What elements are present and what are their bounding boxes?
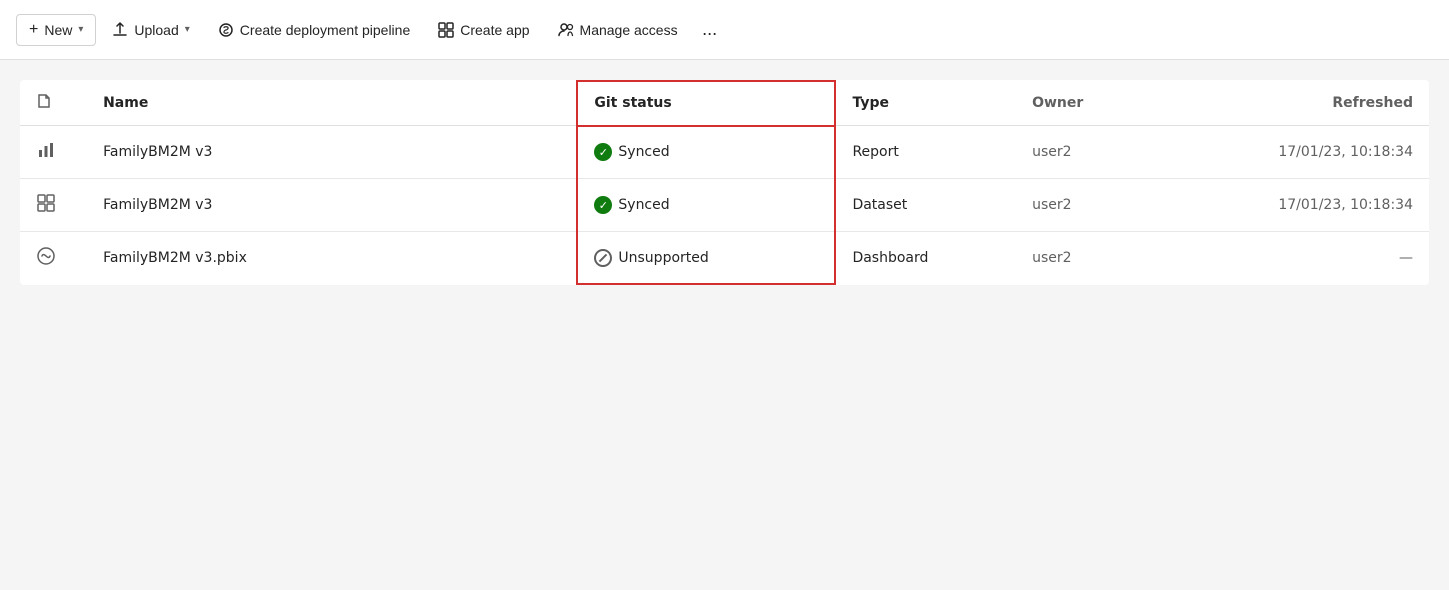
- row-refreshed-cell: 17/01/23, 10:18:34: [1171, 126, 1429, 179]
- status-label: Unsupported: [618, 250, 708, 266]
- more-options-button[interactable]: ...: [694, 14, 726, 46]
- manage-access-button[interactable]: Manage access: [546, 16, 690, 44]
- row-name-cell: FamilyBM2M v3.pbix: [87, 232, 577, 285]
- upload-icon: [112, 22, 128, 38]
- table-body: FamilyBM2M v3 Synced Reportuser217/01/23, …: [20, 126, 1429, 285]
- table-row[interactable]: FamilyBM2M v3 Synced Datasetuser217/01/23,…: [20, 179, 1429, 232]
- row-git-status-cell: Synced: [577, 179, 835, 232]
- status-label: Synced: [618, 197, 669, 213]
- create-app-button-label: Create app: [460, 22, 529, 38]
- row-type-icon-cell: [20, 179, 87, 232]
- create-app-button[interactable]: Create app: [426, 16, 541, 44]
- row-type-cell: Report: [835, 126, 1016, 179]
- plus-icon: +: [29, 21, 38, 39]
- row-type-icon-cell: [20, 232, 87, 285]
- unsupported-icon: [594, 249, 612, 267]
- pipeline-icon: [218, 22, 234, 38]
- type-column-header: Type: [835, 81, 1016, 126]
- row-git-status-cell: Unsupported: [577, 232, 835, 285]
- synced-icon: [594, 196, 612, 214]
- synced-icon: [594, 143, 612, 161]
- row-refreshed-cell: —: [1171, 232, 1429, 285]
- row-type-cell: Dataset: [835, 179, 1016, 232]
- upload-chevron-icon: ▾: [185, 24, 190, 35]
- row-owner-cell: user2: [1016, 232, 1171, 285]
- row-refreshed-cell: 17/01/23, 10:18:34: [1171, 179, 1429, 232]
- manage-access-icon: [558, 22, 574, 38]
- row-name-cell: FamilyBM2M v3: [87, 126, 577, 179]
- status-badge: Unsupported: [594, 249, 818, 267]
- pbix-icon: [36, 246, 56, 266]
- row-git-status-cell: Synced: [577, 126, 835, 179]
- table-row[interactable]: FamilyBM2M v3.pbix Unsupported Dashboardus…: [20, 232, 1429, 285]
- main-content: Name Git status Type Owner Refreshed: [20, 80, 1429, 285]
- upload-button-label: Upload: [134, 22, 178, 38]
- status-label: Synced: [618, 144, 669, 160]
- icon-column-header: [20, 81, 87, 126]
- file-header-icon: [36, 93, 52, 109]
- owner-column-header: Owner: [1016, 81, 1171, 126]
- name-column-header: Name: [87, 81, 577, 126]
- row-type-icon-cell: [20, 126, 87, 179]
- toolbar: + New ▾ Upload ▾ Create deployment pipel…: [0, 0, 1449, 60]
- report-icon: [36, 140, 56, 160]
- new-chevron-icon: ▾: [78, 24, 83, 35]
- dataset-icon: [36, 193, 56, 213]
- more-dots-icon: ...: [702, 19, 717, 40]
- row-owner-cell: user2: [1016, 179, 1171, 232]
- create-app-icon: [438, 22, 454, 38]
- git-status-column-header: Git status: [577, 81, 835, 126]
- manage-access-button-label: Manage access: [580, 22, 678, 38]
- table-header-row: Name Git status Type Owner Refreshed: [20, 81, 1429, 126]
- items-table: Name Git status Type Owner Refreshed: [20, 80, 1429, 285]
- new-button[interactable]: + New ▾: [16, 14, 96, 46]
- table-row[interactable]: FamilyBM2M v3 Synced Reportuser217/01/23, …: [20, 126, 1429, 179]
- row-name-cell: FamilyBM2M v3: [87, 179, 577, 232]
- create-pipeline-button-label: Create deployment pipeline: [240, 22, 410, 38]
- status-badge: Synced: [594, 196, 818, 214]
- row-owner-cell: user2: [1016, 126, 1171, 179]
- row-type-cell: Dashboard: [835, 232, 1016, 285]
- create-pipeline-button[interactable]: Create deployment pipeline: [206, 16, 422, 44]
- upload-button[interactable]: Upload ▾: [100, 16, 201, 44]
- status-badge: Synced: [594, 143, 818, 161]
- refreshed-column-header: Refreshed: [1171, 81, 1429, 126]
- new-button-label: New: [44, 22, 72, 38]
